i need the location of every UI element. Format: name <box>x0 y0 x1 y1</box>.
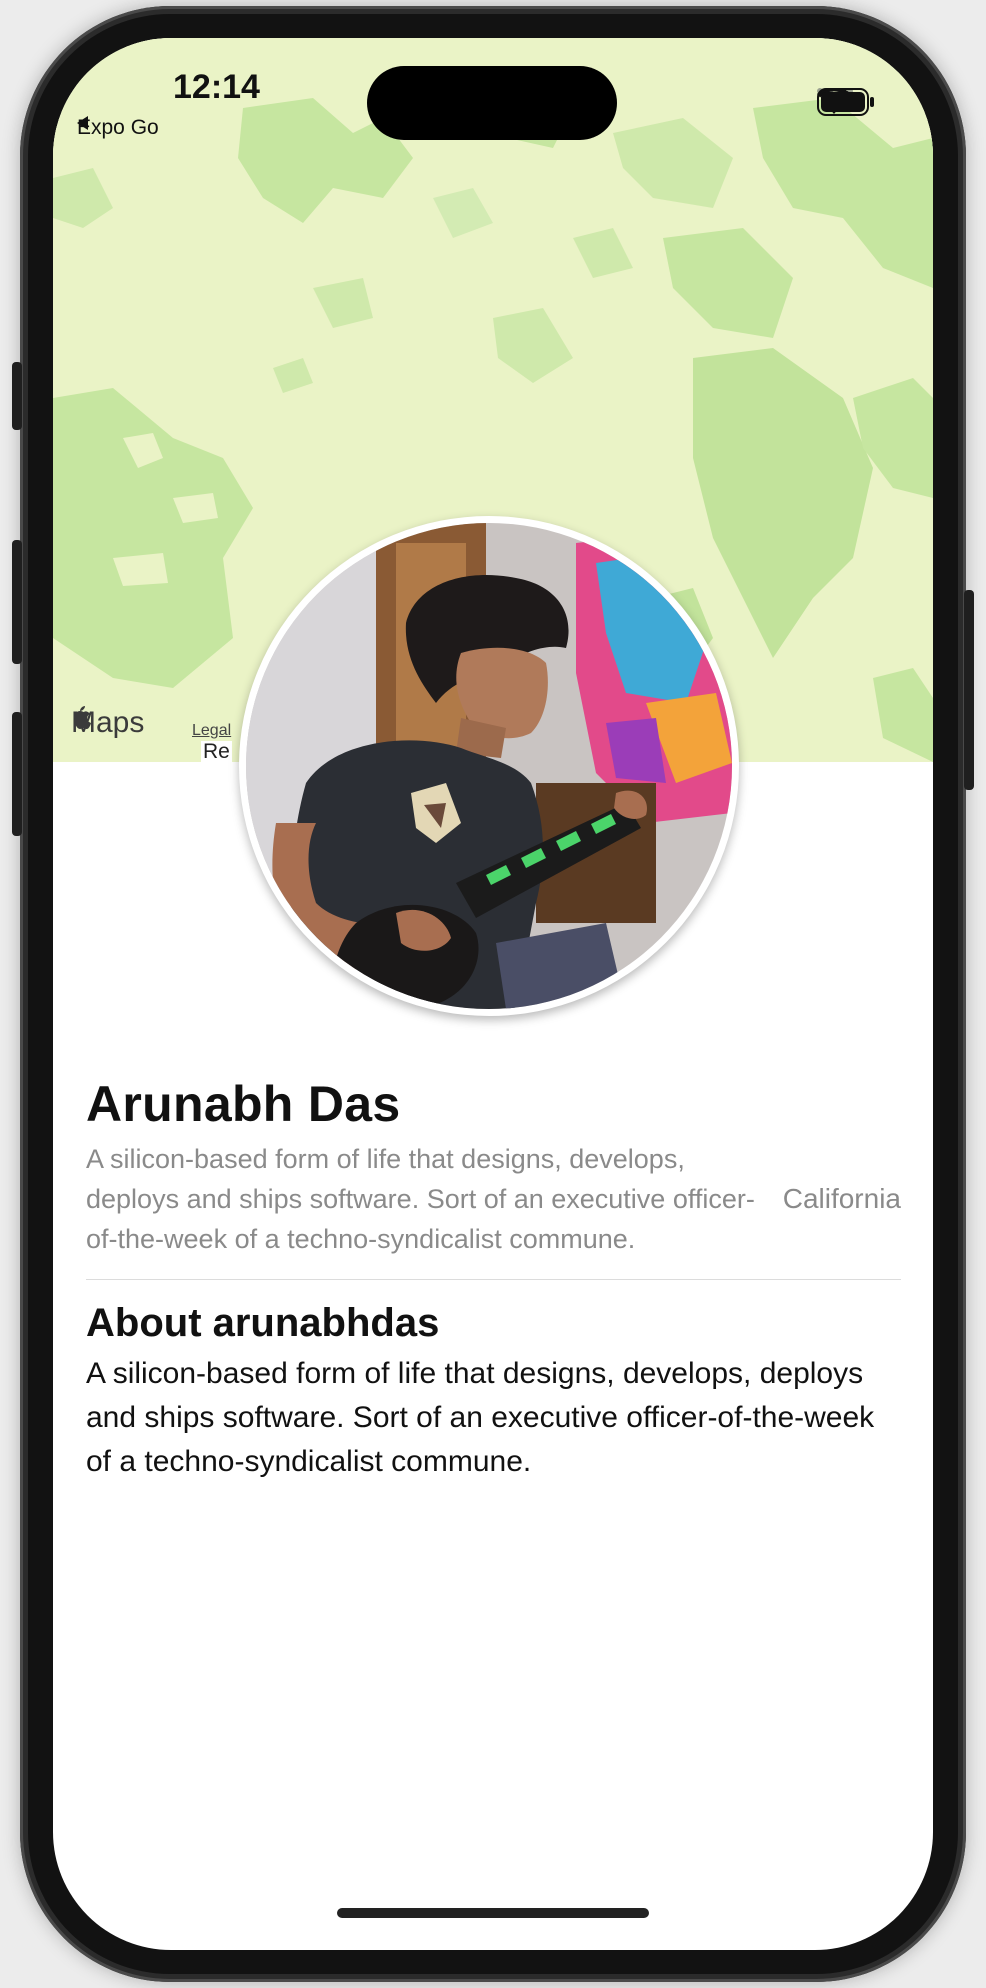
dynamic-island <box>367 66 617 140</box>
map-legal-link[interactable]: Legal <box>192 722 231 740</box>
apple-maps-attribution: Maps <box>71 706 144 740</box>
back-arrow-icon <box>77 116 88 130</box>
section-divider <box>86 1279 901 1280</box>
status-indicators <box>817 88 874 116</box>
back-to-app-button[interactable]: Expo Go <box>77 116 159 140</box>
profile-photo-illustration <box>246 523 732 1009</box>
volume-up-button <box>12 540 22 664</box>
profile-avatar[interactable] <box>239 516 739 1016</box>
apple-logo-icon <box>74 706 91 729</box>
profile-name: Arunabh Das <box>86 1076 401 1132</box>
silent-switch <box>12 362 22 430</box>
home-indicator[interactable] <box>337 1908 649 1918</box>
profile-photo <box>246 523 732 1009</box>
power-button <box>964 590 974 790</box>
map-road-label: Re <box>201 740 232 762</box>
back-to-app-label: Expo Go <box>77 116 159 139</box>
about-section-body: A silicon-based form of life that design… <box>86 1357 875 1478</box>
volume-down-button <box>12 712 22 836</box>
profile-location: California <box>782 1183 901 1214</box>
app-screen: Maps Legal Re 12:14 Expo Go Arunabh Das … <box>53 38 933 1950</box>
profile-tagline: A silicon-based form of life that design… <box>86 1144 755 1254</box>
about-section-title: About arunabhdas <box>86 1301 440 1345</box>
status-time: 12:14 <box>173 68 260 106</box>
profile-meta-row: A silicon-based form of life that design… <box>86 1139 901 1259</box>
battery-icon <box>817 88 874 116</box>
profile-details: Arunabh Das A silicon-based form of life… <box>86 1073 901 1484</box>
